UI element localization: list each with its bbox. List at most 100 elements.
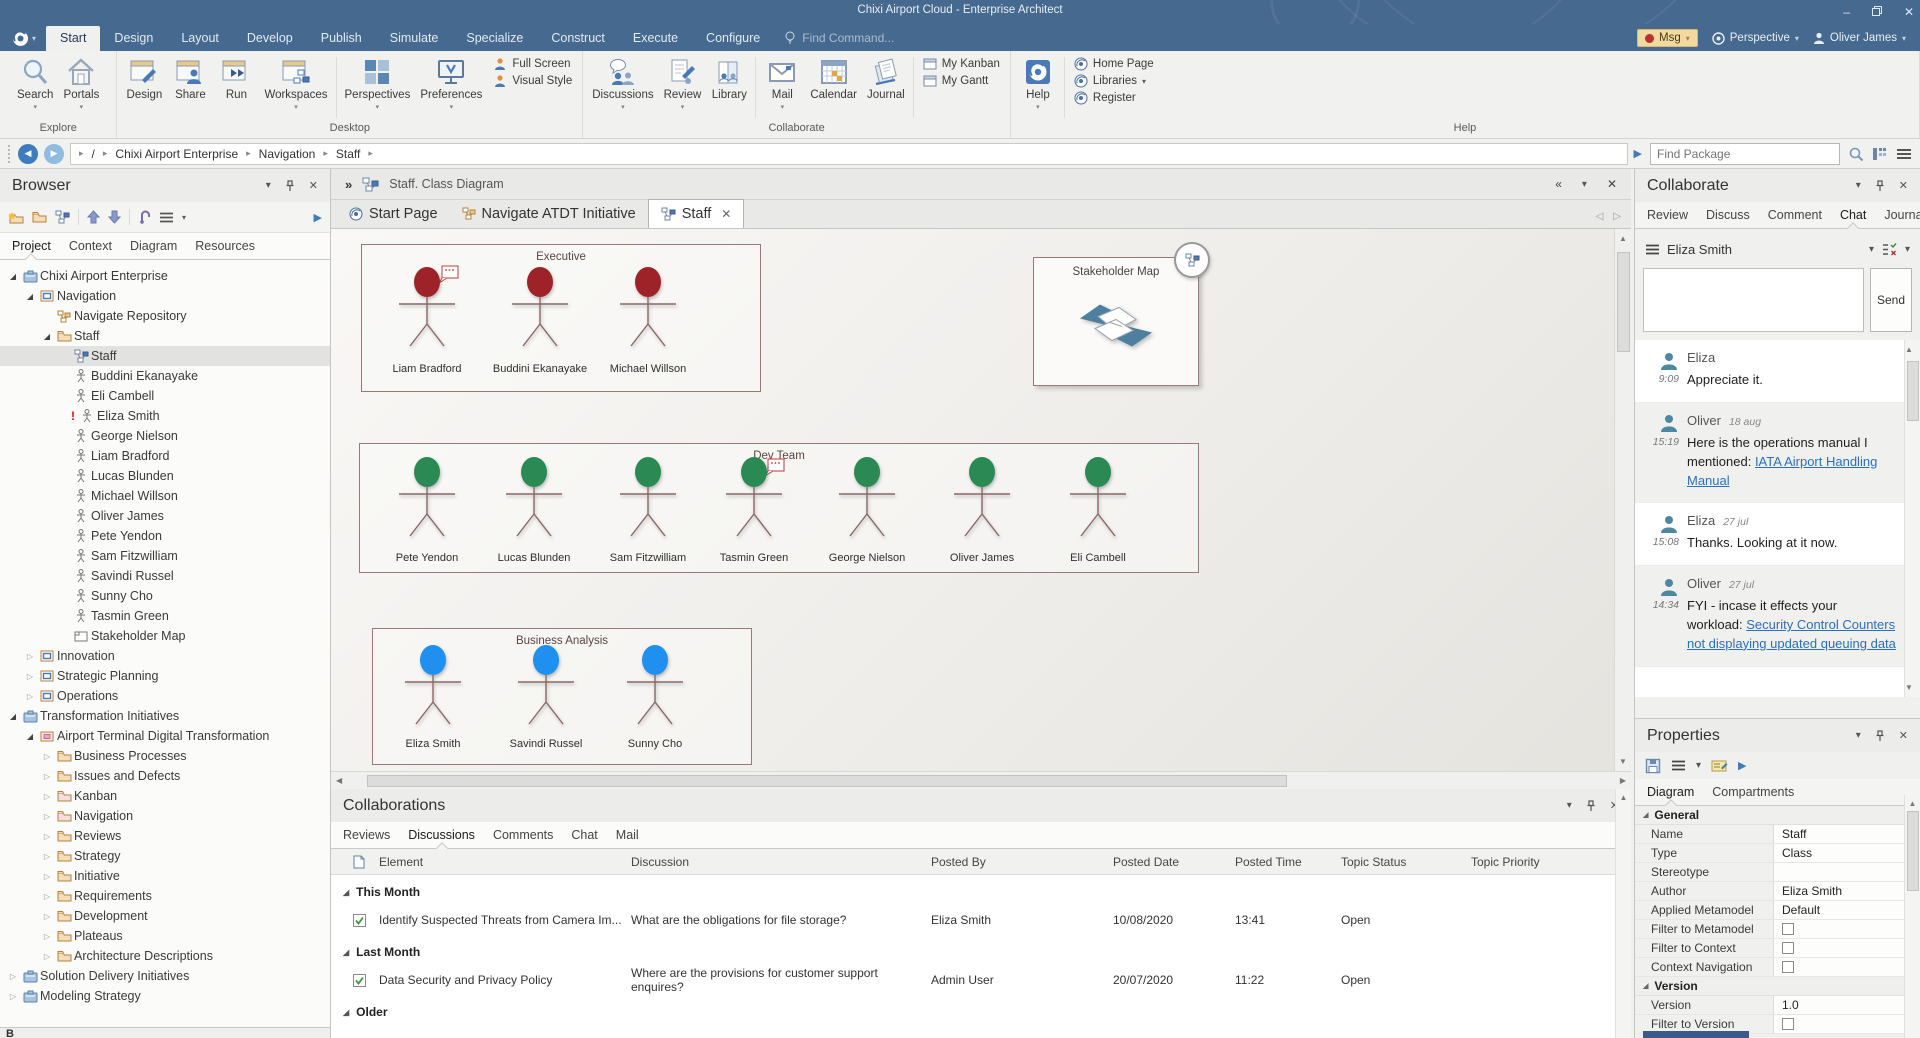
find-command[interactable]: Find Command... — [774, 31, 904, 51]
property-row-version[interactable]: Version1.0 — [1635, 996, 1904, 1015]
perspectives-button[interactable]: Perspectives▾ — [340, 55, 416, 113]
expander-closed-icon[interactable]: ▷ — [40, 812, 54, 821]
actor-michael-willson[interactable] — [603, 266, 693, 351]
scroll-down-icon[interactable]: ▼ — [1905, 678, 1920, 697]
actor-lucas-blunden[interactable] — [489, 456, 579, 541]
checklist-icon[interactable] — [1882, 243, 1897, 256]
app-menu-button[interactable]: ▾ — [0, 30, 46, 51]
column-header-posted-time[interactable]: Posted Time — [1235, 855, 1341, 869]
collaborations-tab-reviews[interactable]: Reviews — [343, 822, 390, 848]
tree-item-navigation[interactable]: ◢Navigation — [0, 286, 330, 306]
expander-closed-icon[interactable]: ▷ — [23, 652, 37, 661]
expander-closed-icon[interactable]: ▷ — [40, 772, 54, 781]
actor-george-nielson[interactable] — [822, 456, 912, 541]
expander-closed-icon[interactable]: ▷ — [23, 672, 37, 681]
property-row-applied-metamodel[interactable]: Applied MetamodelDefault — [1635, 901, 1904, 920]
column-header-topic-status[interactable]: Topic Status — [1341, 855, 1471, 869]
property-row-name[interactable]: NameStaff — [1635, 825, 1904, 844]
chat-message-input[interactable] — [1643, 268, 1864, 332]
close-tab-icon[interactable]: ✕ — [721, 207, 731, 221]
tree-item-lucas-blunden[interactable]: Lucas Blunden — [0, 466, 330, 486]
scroll-up-icon[interactable]: ▲ — [1909, 794, 1917, 813]
expander-closed-icon[interactable]: ▷ — [6, 992, 20, 1001]
my-gantt-button[interactable]: My Gantt — [923, 74, 1000, 88]
properties-close-icon[interactable]: ✕ — [1899, 729, 1908, 742]
scroll-up-icon[interactable]: ▲ — [1905, 340, 1920, 359]
tree-item-architecture-descriptions[interactable]: ▷Architecture Descriptions — [0, 946, 330, 966]
column-header-posted-by[interactable]: Posted By — [931, 855, 1113, 869]
tree-item-tasmin-green[interactable]: Tasmin Green — [0, 606, 330, 626]
discussions-button[interactable]: Discussions▾ — [587, 55, 658, 113]
msg-badge[interactable]: Msg▾ — [1637, 29, 1698, 47]
browser-tab-resources[interactable]: Resources — [195, 233, 255, 259]
tree-item-initiative[interactable]: ▷Initiative — [0, 866, 330, 886]
go-button[interactable]: ▶ — [1634, 147, 1642, 160]
tree-item-innovation[interactable]: ▷Innovation — [0, 646, 330, 666]
layout-options-icon[interactable] — [1872, 147, 1888, 161]
breadcrumb-item[interactable]: Chixi Airport Enterprise — [115, 147, 238, 161]
tree-item-operations[interactable]: ▷Operations — [0, 686, 330, 706]
browser-tab-diagram[interactable]: Diagram — [130, 233, 177, 259]
table-group-this-month[interactable]: ◢This Month — [331, 879, 1631, 905]
new-folder-icon[interactable] — [32, 211, 47, 223]
expander-closed-icon[interactable]: ▷ — [40, 872, 54, 881]
column-header-discussion[interactable]: Discussion — [631, 855, 931, 869]
breadcrumb-item[interactable]: / — [92, 147, 95, 161]
register-button[interactable]: Register — [1074, 91, 1154, 105]
share-button[interactable]: Share — [167, 55, 213, 103]
chevron-down-icon[interactable]: ▾ — [1905, 244, 1910, 255]
message-link[interactable]: IATA Airport Handling Manual — [1687, 454, 1877, 488]
full-screen-button[interactable]: Full Screen — [493, 57, 572, 71]
tree-item-navigate-repository[interactable]: Navigate Repository — [0, 306, 330, 326]
run-button[interactable]: Run — [213, 55, 259, 103]
property-value[interactable]: 1.0 — [1773, 996, 1904, 1014]
diagram-element-stakeholder-map[interactable]: Stakeholder Map — [1033, 257, 1199, 386]
checkbox[interactable] — [1782, 961, 1794, 973]
move-up-icon[interactable] — [87, 210, 100, 224]
table-group-last-month[interactable]: ◢Last Month — [331, 939, 1631, 965]
chat-partner-name[interactable]: Eliza Smith — [1667, 242, 1732, 257]
hamburger-menu-icon[interactable] — [1896, 148, 1912, 160]
scrollbar-thumb[interactable] — [367, 775, 1287, 787]
tree-item-kanban[interactable]: ▷Kanban — [0, 786, 330, 806]
help-button[interactable]: Help▾ — [1015, 55, 1061, 113]
tree-item-buddini-ekanayake[interactable]: Buddini Ekanayake — [0, 366, 330, 386]
library-button[interactable]: Library — [706, 55, 752, 103]
tree-item-strategic-planning[interactable]: ▷Strategic Planning — [0, 666, 330, 686]
property-value[interactable]: Default — [1773, 901, 1904, 919]
table-group-older[interactable]: ◢Older — [331, 999, 1631, 1025]
search-button[interactable]: Search▾ — [12, 55, 58, 113]
expander-closed-icon[interactable]: ▷ — [40, 752, 54, 761]
expander-closed-icon[interactable]: ▷ — [40, 852, 54, 861]
expander-closed-icon[interactable]: ▷ — [6, 972, 20, 981]
ribbon-tab-layout[interactable]: Layout — [167, 26, 233, 51]
properties-scrollbar[interactable]: ▲ — [1904, 795, 1920, 1038]
journal-button[interactable]: Journal — [862, 55, 910, 103]
new-diagram-icon[interactable] — [55, 210, 70, 224]
expander-open-icon[interactable]: ◢ — [23, 292, 37, 301]
properties-dropdown-icon[interactable]: ▾ — [1856, 730, 1861, 741]
actor-buddini-ekanayake[interactable] — [495, 266, 585, 351]
close-button[interactable]: ✕ — [1904, 5, 1914, 19]
expander-closed-icon[interactable]: ▷ — [40, 952, 54, 961]
tree-item-sam-fitzwilliam[interactable]: Sam Fitzwilliam — [0, 546, 330, 566]
minimize-button[interactable]: – — [1843, 5, 1850, 19]
tree-item-george-nielson[interactable]: George Nielson — [0, 426, 330, 446]
column-header-element[interactable]: Element — [379, 855, 631, 869]
browser-close-icon[interactable]: ✕ — [309, 179, 318, 192]
hamburger-menu-icon[interactable] — [159, 212, 174, 223]
actor-liam-bradford[interactable] — [382, 266, 472, 351]
ribbon-tab-configure[interactable]: Configure — [692, 26, 774, 51]
property-value[interactable] — [1773, 863, 1904, 881]
tree-item-oliver-james[interactable]: Oliver James — [0, 506, 330, 526]
expander-open-icon[interactable]: ◢ — [23, 732, 37, 741]
ribbon-tab-simulate[interactable]: Simulate — [376, 26, 453, 51]
column-header-topic-priority[interactable]: Topic Priority — [1471, 855, 1631, 869]
collaborate-close-icon[interactable]: ✕ — [1899, 179, 1908, 192]
move-down-icon[interactable] — [108, 210, 121, 224]
tree-item-development[interactable]: ▷Development — [0, 906, 330, 926]
expand-toolbar-icon[interactable]: » — [345, 177, 352, 192]
chevron-down-icon[interactable]: ▾ — [1696, 760, 1701, 771]
collaborate-tab-journal[interactable]: Journal — [1884, 202, 1920, 228]
actor-sunny-cho[interactable] — [610, 644, 700, 729]
